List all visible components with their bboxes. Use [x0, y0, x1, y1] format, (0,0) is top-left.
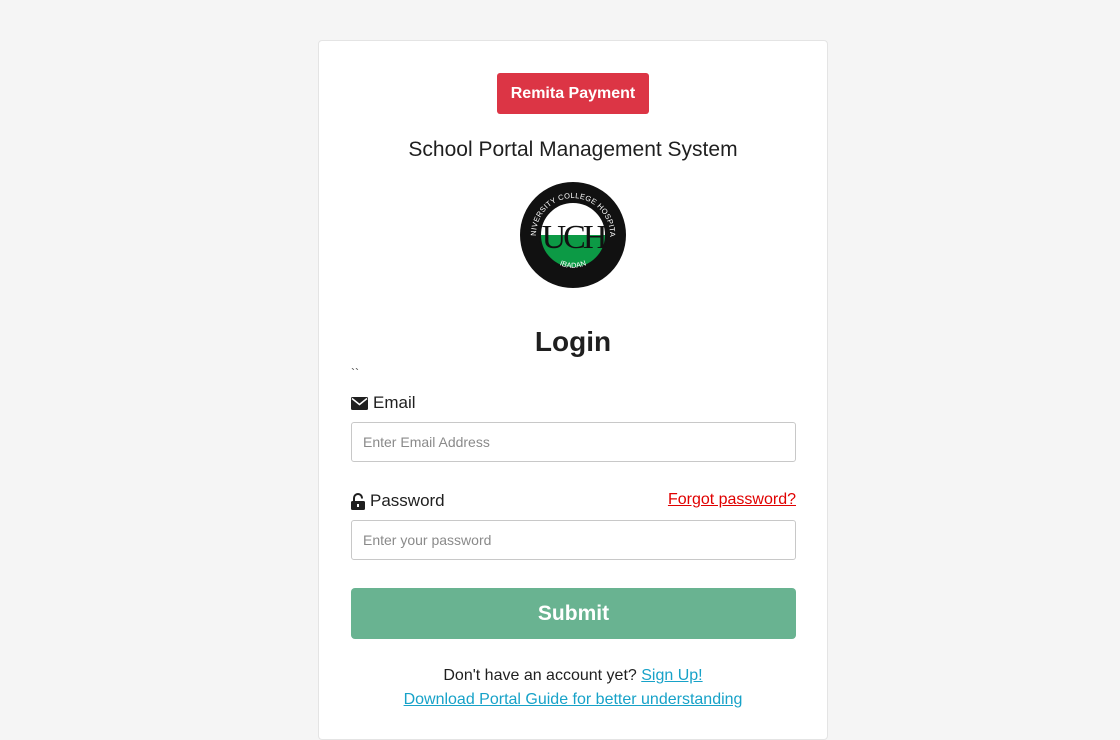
password-label-text: Password	[370, 491, 445, 510]
forgot-password-link[interactable]: Forgot password?	[668, 491, 796, 509]
system-title: School Portal Management System	[408, 138, 738, 161]
guide-line: Download Portal Guide for better underst…	[319, 691, 827, 709]
stray-mark: ``	[351, 366, 359, 380]
portal-guide-link[interactable]: Download Portal Guide for better underst…	[404, 691, 743, 708]
login-card: Remita Payment School Portal Management …	[318, 40, 828, 740]
signup-link[interactable]: Sign Up!	[641, 667, 702, 684]
signup-line: Don't have an account yet? Sign Up!	[319, 667, 827, 685]
email-label: Email	[351, 393, 416, 413]
login-heading: Login	[534, 326, 612, 357]
uch-logo: UNIVERSITY COLLEGE HOSPITAL IBADAN UCH	[519, 181, 626, 288]
signup-prompt: Don't have an account yet?	[443, 667, 637, 684]
submit-button[interactable]: Submit	[351, 588, 796, 639]
email-label-text: Email	[373, 393, 416, 412]
email-input[interactable]	[351, 422, 796, 462]
password-input[interactable]	[351, 520, 796, 560]
envelope-icon	[351, 396, 368, 410]
unlock-icon	[351, 492, 365, 510]
remita-payment-button[interactable]: Remita Payment	[497, 73, 649, 114]
svg-text:UCH: UCH	[542, 219, 607, 256]
password-label: Password	[351, 491, 445, 511]
